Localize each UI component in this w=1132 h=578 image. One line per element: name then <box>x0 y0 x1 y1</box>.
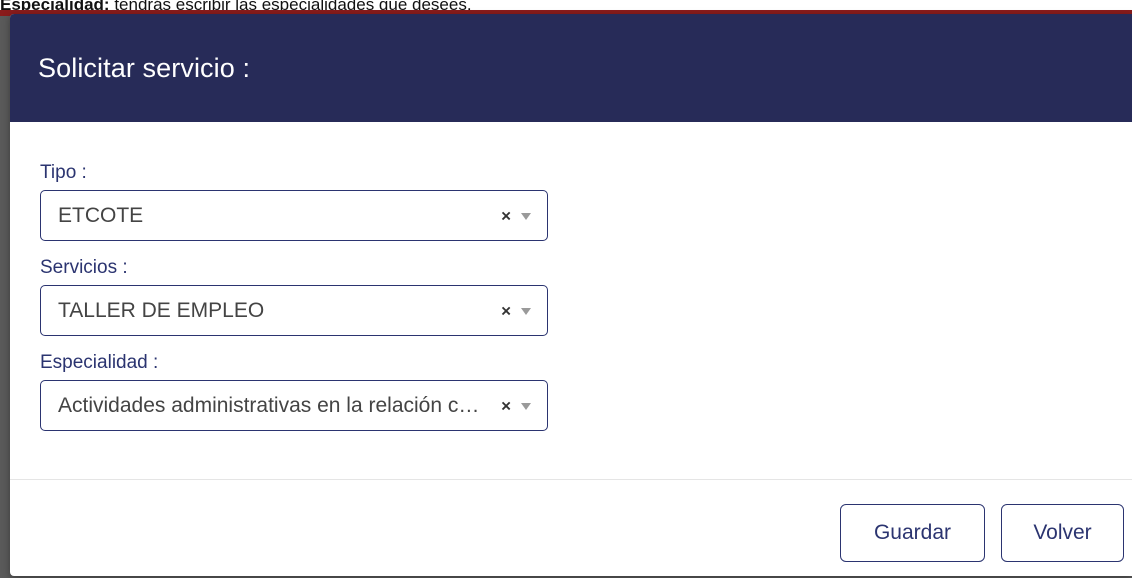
close-icon[interactable]: × <box>501 397 511 414</box>
close-icon[interactable]: × <box>501 207 511 224</box>
tipo-select-value: ETCOTE <box>58 203 144 227</box>
page: Especialidad: tendrás escribir las espec… <box>0 0 1132 578</box>
modal-body: Tipo : ETCOTE × Servicios : TALLER DE EM… <box>10 122 1132 480</box>
back-button[interactable]: Volver <box>1001 504 1124 562</box>
field-tipo: Tipo : ETCOTE × <box>40 162 1132 241</box>
modal-footer: Guardar Volver <box>10 480 1132 576</box>
modal-header: Solicitar servicio : <box>10 14 1132 122</box>
modal-title: Solicitar servicio : <box>38 52 251 83</box>
servicios-select[interactable]: TALLER DE EMPLEO × <box>40 285 548 336</box>
chevron-down-icon[interactable] <box>521 402 531 410</box>
chevron-down-icon[interactable] <box>521 212 531 220</box>
tipo-select[interactable]: ETCOTE × <box>40 190 548 241</box>
field-especialidad-label: Especialidad : <box>40 352 159 373</box>
field-servicios: Servicios : TALLER DE EMPLEO × <box>40 257 1132 336</box>
especialidad-select[interactable]: Actividades administrativas en la relaci… <box>40 380 548 431</box>
field-especialidad: Especialidad : Actividades administrativ… <box>40 352 1132 431</box>
servicios-select-value: TALLER DE EMPLEO <box>58 298 265 322</box>
request-service-modal: Solicitar servicio : Tipo : ETCOTE × Ser… <box>10 14 1132 576</box>
save-button[interactable]: Guardar <box>840 504 985 562</box>
field-servicios-label: Servicios : <box>40 257 128 278</box>
close-icon[interactable]: × <box>501 302 511 319</box>
chevron-down-icon[interactable] <box>521 307 531 315</box>
field-tipo-label: Tipo : <box>40 162 87 183</box>
especialidad-select-value: Actividades administrativas en la relaci… <box>58 393 486 417</box>
